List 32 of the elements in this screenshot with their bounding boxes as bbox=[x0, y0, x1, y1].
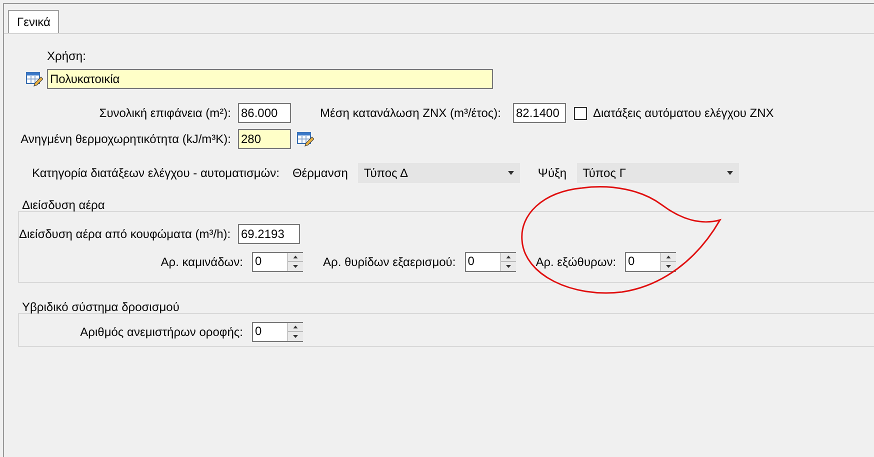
number-spinner[interactable]: 0 bbox=[464, 252, 516, 272]
group-title: Υβριδικό σύστημα δροσισμού bbox=[22, 300, 180, 314]
dropdown[interactable]: Τύπος Δ bbox=[358, 163, 520, 183]
number-spinner[interactable]: 0 bbox=[625, 252, 676, 272]
field-label: Αρ. εξώθυρων: bbox=[536, 254, 616, 271]
field-label: Διατάξεις αυτόματου ελέγχου ZNX bbox=[593, 105, 774, 122]
field-label: Συνολική επιφάνεια (m²): bbox=[99, 106, 231, 120]
surface-field[interactable]: 86.000 bbox=[238, 103, 291, 123]
infiltration-field[interactable]: 69.2193 bbox=[238, 224, 300, 244]
field-label: Αριθμός ανεμιστήρων οροφής: bbox=[80, 324, 243, 341]
dhw-field[interactable]: 82.1400 bbox=[513, 103, 566, 123]
field-label: Αρ. θυρίδων εξαερισμού: bbox=[323, 254, 456, 271]
group-title: Διείσδυση αέρα bbox=[22, 198, 105, 212]
number-spinner[interactable]: 0 bbox=[252, 322, 303, 342]
field-label: Ψύξη bbox=[538, 165, 567, 182]
usage-field[interactable]: Πολυκατοικία bbox=[47, 69, 493, 89]
field-label: Ανηγμένη θερμοχωρητικότητα (kJ/m³K): bbox=[20, 132, 231, 146]
checkbox[interactable] bbox=[574, 106, 587, 120]
table-edit-icon[interactable] bbox=[297, 131, 314, 147]
field-label: Μέση κατανάλωση ZNX (m³/έτος): bbox=[320, 106, 501, 120]
dropdown-arrow-icon bbox=[726, 171, 733, 175]
dropdown[interactable]: Τύπος Γ bbox=[576, 163, 739, 183]
field-label: Κατηγορία διατάξεων ελέγχου - αυτοματισμών: bbox=[32, 165, 280, 182]
field-label: Χρήση: bbox=[47, 49, 86, 63]
field-label: Θέρμανση bbox=[292, 165, 348, 182]
table-edit-icon[interactable] bbox=[26, 71, 43, 87]
number-spinner[interactable]: 0 bbox=[252, 252, 303, 272]
field-label: Αρ. καμινάδων: bbox=[160, 254, 243, 271]
dropdown-arrow-icon bbox=[508, 171, 514, 175]
heat-capacity-field[interactable]: 280 bbox=[238, 129, 291, 149]
tab[interactable]: Γενικά bbox=[8, 10, 60, 33]
field-label: Διείσδυση αέρα από κουφώματα (m³/h): bbox=[19, 227, 231, 241]
